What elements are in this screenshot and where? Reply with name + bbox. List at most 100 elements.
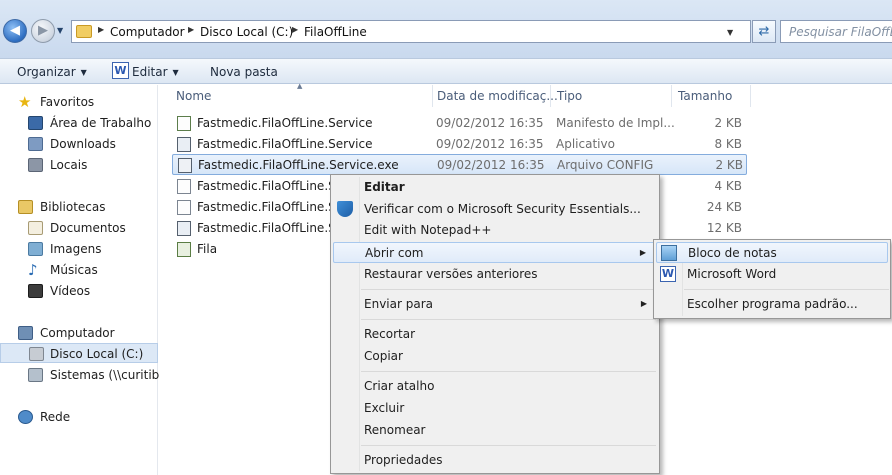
refresh-button[interactable]: ⇄ (752, 20, 776, 43)
nav-libraries[interactable]: Bibliotecas (0, 197, 158, 217)
network-icon (18, 410, 33, 424)
menu-item-send-to[interactable]: Enviar para ▶ (333, 294, 657, 315)
nav-music[interactable]: ♪ Músicas (0, 260, 158, 280)
computer-icon (18, 326, 33, 340)
file-size: 12 KB (706, 221, 742, 235)
folder-icon (76, 25, 92, 38)
history-dropdown-icon[interactable]: ▼ (57, 26, 63, 35)
edit-label: Editar (132, 65, 168, 79)
menu-item-notepadpp[interactable]: Edit with Notepad++ (333, 220, 657, 241)
menu-label: Abrir com (365, 246, 424, 260)
edit-button[interactable]: Editar ▼ (132, 65, 179, 79)
breadcrumb-filaoffline[interactable]: FilaOffLine (304, 25, 367, 39)
menu-item-rename[interactable]: Renomear (333, 420, 657, 441)
file-size: 2 KB (714, 116, 742, 130)
menu-label: Excluir (364, 401, 405, 415)
menu-item-create-shortcut[interactable]: Criar atalho (333, 376, 657, 397)
submenu-arrow-icon: ▶ (639, 248, 646, 257)
menu-item-open-with[interactable]: Abrir com ▶ (333, 242, 657, 263)
menu-item-properties[interactable]: Propriedades (333, 450, 657, 471)
breadcrumb-separator-icon[interactable]: ▶ (98, 25, 104, 34)
nav-computer[interactable]: Computador (0, 323, 158, 343)
menu-item-edit[interactable]: Editar (333, 177, 657, 198)
file-size: 2 KB (715, 158, 743, 172)
menu-item-delete[interactable]: Excluir (333, 398, 657, 419)
breadcrumb-computer[interactable]: Computador (110, 25, 185, 39)
navigation-pane: ★ Favoritos Área de Trabalho Downloads L… (0, 85, 171, 475)
documents-icon (28, 221, 43, 235)
search-input[interactable]: Pesquisar FilaOffLine (780, 20, 892, 43)
nav-label: Locais (50, 158, 88, 172)
forward-button[interactable]: ▶ (31, 19, 55, 43)
word-icon: W (660, 266, 676, 282)
column-divider[interactable] (750, 85, 751, 107)
menu-label: Edit with Notepad++ (364, 223, 492, 237)
nav-label: Downloads (50, 137, 116, 151)
column-type[interactable]: Tipo (557, 89, 582, 103)
notepad-icon (661, 245, 677, 261)
menu-item-cut[interactable]: Recortar (333, 324, 657, 345)
chevron-down-icon: ▼ (172, 68, 179, 77)
drive-icon (29, 347, 44, 361)
nav-network[interactable]: Rede (0, 407, 158, 427)
nav-places[interactable]: Locais (0, 155, 158, 175)
context-menu: Editar Verificar com o Microsoft Securit… (330, 174, 660, 474)
refresh-icon: ⇄ (758, 24, 770, 39)
column-divider[interactable] (671, 85, 672, 107)
column-size[interactable]: Tamanho (678, 89, 732, 103)
new-folder-button[interactable]: Nova pasta (210, 65, 278, 79)
nav-desktop[interactable]: Área de Trabalho (0, 113, 158, 133)
file-row-selected[interactable]: Fastmedic.FilaOffLine.Service.exe 09/02/… (172, 154, 747, 175)
images-icon (28, 242, 43, 256)
column-divider[interactable] (550, 85, 551, 107)
nav-favorites[interactable]: ★ Favoritos (0, 92, 158, 112)
manifest-file-icon (177, 116, 191, 131)
column-divider[interactable] (432, 85, 433, 107)
file-type: Aplicativo (556, 137, 615, 151)
menu-label: Restaurar versões anteriores (364, 267, 538, 281)
nav-images[interactable]: Imagens (0, 239, 158, 259)
nav-label: Computador (40, 326, 115, 340)
organize-button[interactable]: Organizar ▼ (17, 65, 87, 79)
menu-label: Propriedades (364, 453, 443, 467)
address-box[interactable]: ▶ Computador ▶ Disco Local (C:) ▶ FilaOf… (71, 20, 751, 43)
file-row[interactable]: Fastmedic.FilaOffLine.Service 09/02/2012… (172, 134, 747, 155)
nav-videos[interactable]: Vídeos (0, 281, 158, 301)
menu-label: Escolher programa padrão... (687, 297, 858, 311)
open-with-submenu: Bloco de notas W Microsoft Word Escolher… (653, 239, 891, 319)
menu-item-restore[interactable]: Restaurar versões anteriores (333, 264, 657, 285)
menu-separator (684, 289, 889, 290)
menu-label: Enviar para (364, 297, 433, 311)
address-dropdown-icon[interactable]: ▼ (727, 28, 733, 37)
music-note-icon: ♪ (28, 261, 38, 279)
menu-label: Renomear (364, 423, 426, 437)
column-name[interactable]: Nome (176, 89, 211, 103)
menu-label: Microsoft Word (687, 267, 777, 281)
menu-label: Editar (364, 180, 405, 194)
submenu-item-notepad[interactable]: Bloco de notas (656, 242, 888, 263)
application-icon (177, 137, 191, 152)
breadcrumb-separator-icon[interactable]: ▶ (188, 25, 194, 34)
shield-icon (337, 201, 353, 217)
file-name: Fila (197, 242, 218, 256)
nav-local-disk[interactable]: Disco Local (C:) (0, 343, 158, 363)
submenu-arrow-icon: ▶ (640, 299, 647, 308)
breadcrumb-local-disk[interactable]: Disco Local (C:) (200, 25, 293, 39)
menu-item-copy[interactable]: Copiar (333, 346, 657, 367)
file-row[interactable]: Fastmedic.FilaOffLine.Service 09/02/2012… (172, 113, 747, 134)
breadcrumb-separator-icon[interactable]: ▶ (292, 25, 298, 34)
nav-label: Documentos (50, 221, 126, 235)
command-bar: Organizar ▼ Editar ▼ Nova pasta (0, 58, 892, 84)
back-button[interactable]: ◀ (3, 19, 27, 43)
nav-network-drive[interactable]: Sistemas (\\curitiba) (0, 365, 171, 385)
menu-item-scan[interactable]: Verificar com o Microsoft Security Essen… (333, 199, 657, 220)
menu-label: Recortar (364, 327, 416, 341)
submenu-item-word[interactable]: W Microsoft Word (656, 264, 888, 285)
nav-downloads[interactable]: Downloads (0, 134, 158, 154)
file-date: 09/02/2012 16:35 (436, 137, 544, 151)
address-bar-area: ◀ ▶ ▼ ▶ Computador ▶ Disco Local (C:) ▶ … (0, 0, 892, 58)
column-date[interactable]: Data de modificaç... (437, 89, 558, 103)
submenu-item-choose-default[interactable]: Escolher programa padrão... (656, 294, 888, 315)
menu-separator (361, 289, 656, 290)
nav-documents[interactable]: Documentos (0, 218, 158, 238)
